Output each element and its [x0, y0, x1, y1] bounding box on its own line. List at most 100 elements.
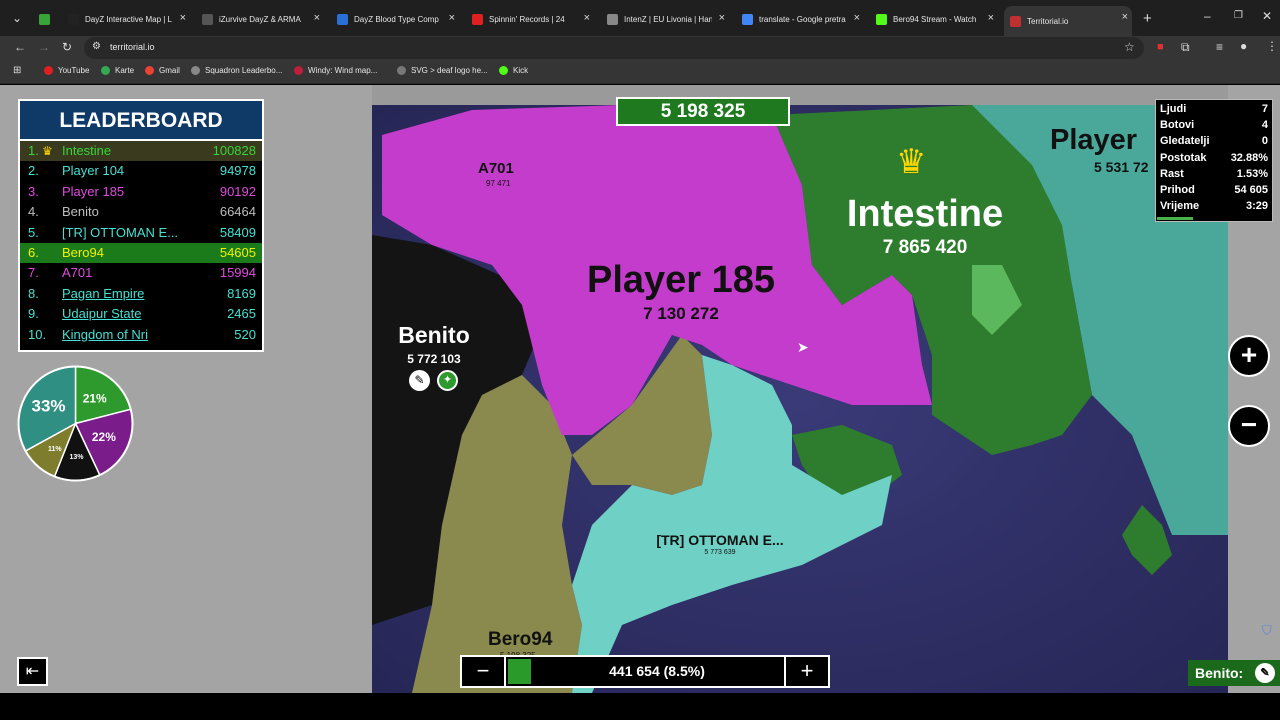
- bookmark-item[interactable]: Karte: [101, 66, 134, 75]
- leaderboard-score: 90192: [219, 183, 256, 199]
- score-benito: 5 772 103: [407, 352, 461, 366]
- forward-icon[interactable]: →: [38, 40, 50, 54]
- tab-5[interactable]: IntenZ | EU Livonia | Han ×: [601, 7, 729, 31]
- stat-value: 3:29: [1245, 200, 1268, 213]
- leaderboard-row[interactable]: 10. Kingdom of Nri 520: [20, 325, 262, 345]
- zoom-out-button[interactable]: −: [1228, 405, 1270, 447]
- pie-slice-label: 21%: [83, 392, 107, 406]
- bookmark-favicon-icon: [294, 66, 303, 75]
- stat-label: Postotak: [1160, 151, 1207, 164]
- player-tag[interactable]: Benito: ✎: [1188, 660, 1280, 686]
- decrease-button[interactable]: −: [462, 657, 506, 686]
- stat-label: Botovi: [1160, 119, 1195, 132]
- tab-favicon-icon: [472, 13, 483, 25]
- attack-icon[interactable]: ✎: [409, 370, 430, 391]
- stat-row: Vrijeme 3:29: [1160, 200, 1268, 216]
- tab-favicon-icon: [202, 13, 213, 25]
- label-bero94: Bero94: [488, 629, 553, 650]
- close-window-icon[interactable]: ✕: [1262, 9, 1272, 23]
- bookmark-label: Karte: [115, 66, 135, 75]
- leaderboard-row[interactable]: 3. Player 185 90192: [20, 182, 262, 202]
- tab-6[interactable]: translate - Google pretra ×: [736, 7, 864, 31]
- tab-0[interactable]: [33, 7, 57, 31]
- leaderboard-rank: 8.: [28, 285, 39, 301]
- back-icon[interactable]: ←: [14, 40, 26, 54]
- alliance-icon[interactable]: ✦: [437, 370, 458, 391]
- stat-value: 32.88%: [1230, 151, 1268, 164]
- omnibox[interactable]: [84, 37, 1144, 59]
- bookmark-item[interactable]: YouTube: [44, 66, 89, 75]
- tab-favicon-icon: [68, 13, 79, 25]
- apps-grid-icon[interactable]: ⊞: [13, 65, 21, 76]
- new-tab-button[interactable]: +: [1143, 10, 1152, 27]
- url-text[interactable]: territorial.io: [110, 42, 155, 52]
- leaderboard-name: Intestine: [62, 143, 112, 158]
- leaderboard-score: 54605: [219, 244, 256, 260]
- exit-game-icon[interactable]: ⇤: [17, 657, 48, 686]
- world-map[interactable]: [372, 105, 1228, 693]
- leaderboard-name: Pagan Empire: [62, 285, 145, 301]
- leaderboard-row[interactable]: 6. Bero94 54605: [20, 242, 262, 264]
- shield-icon[interactable]: ⛉: [1262, 623, 1272, 639]
- bookmark-star-icon[interactable]: ☆: [1124, 40, 1135, 54]
- bookmark-item[interactable]: Kick: [499, 66, 528, 75]
- media-controls-icon[interactable]: ≡: [1216, 40, 1223, 54]
- bookmark-favicon-icon: [191, 66, 200, 75]
- tab-close-icon[interactable]: ×: [314, 12, 320, 24]
- troop-counter: 5 198 325: [616, 97, 790, 126]
- tab-4[interactable]: Spinnin' Records | 24 ×: [466, 7, 594, 31]
- label-player: Player: [1050, 124, 1138, 156]
- restore-icon[interactable]: ❐: [1234, 10, 1243, 21]
- tab-search-icon[interactable]: ⌄: [12, 11, 22, 25]
- stat-value: 54 605: [1234, 183, 1268, 196]
- zoom-in-button[interactable]: +: [1228, 335, 1270, 377]
- increase-button[interactable]: +: [784, 657, 828, 686]
- bookmark-label: Windy: Wind map...: [308, 66, 378, 75]
- tab-close-icon[interactable]: ×: [180, 12, 186, 24]
- site-info-icon[interactable]: ⚙: [92, 41, 101, 52]
- stat-value: 1.53%: [1236, 167, 1268, 180]
- tab-favicon-icon: [39, 13, 50, 25]
- profile-avatar[interactable]: ●: [1240, 39, 1247, 53]
- bookmark-item[interactable]: Gmail: [145, 66, 180, 75]
- menu-icon[interactable]: ⋮: [1266, 39, 1278, 53]
- leaderboard-name: Player 185: [62, 183, 125, 199]
- attack-percentage-bar[interactable]: − 441 654 (8.5%) +: [460, 655, 830, 688]
- stats-panel: Ljudi 7 Botovi 4 Gledatelji 0 Postotak 32.88% Ra…: [1155, 99, 1273, 222]
- tab-3[interactable]: DayZ Blood Type Comp ×: [331, 7, 459, 31]
- bookmark-item[interactable]: Squadron Leaderbo...: [191, 66, 282, 75]
- leaderboard-row[interactable]: 7. A701 15994: [20, 263, 262, 283]
- leaderboard-name: Player 104: [62, 163, 125, 179]
- extensions-puzzle-icon[interactable]: ⧉: [1181, 40, 1190, 55]
- leaderboard-row[interactable]: 2. Player 104 94978: [20, 161, 262, 181]
- leaderboard-row[interactable]: 1. ♛ Intestine 100828: [20, 141, 262, 162]
- stat-label: Ljudi: [1160, 103, 1187, 115]
- bookmark-item[interactable]: SVG > deaf logo he...: [397, 66, 488, 75]
- leaderboard-row[interactable]: 9. Udaipur State 2465: [20, 304, 262, 324]
- tab-8[interactable]: Territorial.io ×: [1004, 6, 1132, 36]
- leaderboard-row[interactable]: 5. [TR] OTTOMAN E... 58409: [20, 223, 262, 243]
- extension-icon[interactable]: ■: [1157, 41, 1164, 53]
- tab-1[interactable]: DayZ Interactive Map | L ×: [62, 7, 190, 31]
- leaderboard-row[interactable]: 4. Benito 66464: [20, 202, 262, 222]
- tab-close-icon[interactable]: ×: [719, 12, 725, 24]
- tab-favicon-icon: [742, 13, 753, 25]
- tab-close-icon[interactable]: ×: [1122, 11, 1128, 23]
- minimize-icon[interactable]: –: [1204, 9, 1211, 23]
- leaderboard-name: Udaipur State: [62, 306, 142, 322]
- tab-close-icon[interactable]: ×: [449, 12, 455, 24]
- reload-icon[interactable]: ↻: [62, 40, 72, 54]
- tab-close-icon[interactable]: ×: [988, 12, 994, 24]
- tab-close-icon[interactable]: ×: [584, 12, 590, 24]
- tab-close-icon[interactable]: ×: [854, 12, 860, 24]
- tab-7[interactable]: Bero94 Stream - Watch ×: [870, 7, 998, 31]
- game-viewport[interactable]: A701 97 471 Player 185 7 130 272 ♛ Intes…: [0, 85, 1280, 693]
- bookmark-label: Kick: [513, 66, 529, 75]
- leaderboard-score: 66464: [219, 204, 256, 220]
- leaderboard-rank: 10.: [28, 326, 47, 342]
- mouse-cursor-icon: ➤: [797, 339, 809, 355]
- leaderboard-rank: 3.: [28, 183, 39, 199]
- leaderboard-row[interactable]: 8. Pagan Empire 8169: [20, 284, 262, 304]
- bookmark-item[interactable]: Windy: Wind map...: [294, 66, 377, 75]
- tab-2[interactable]: iZurvive DayZ & ARMA ×: [196, 7, 324, 31]
